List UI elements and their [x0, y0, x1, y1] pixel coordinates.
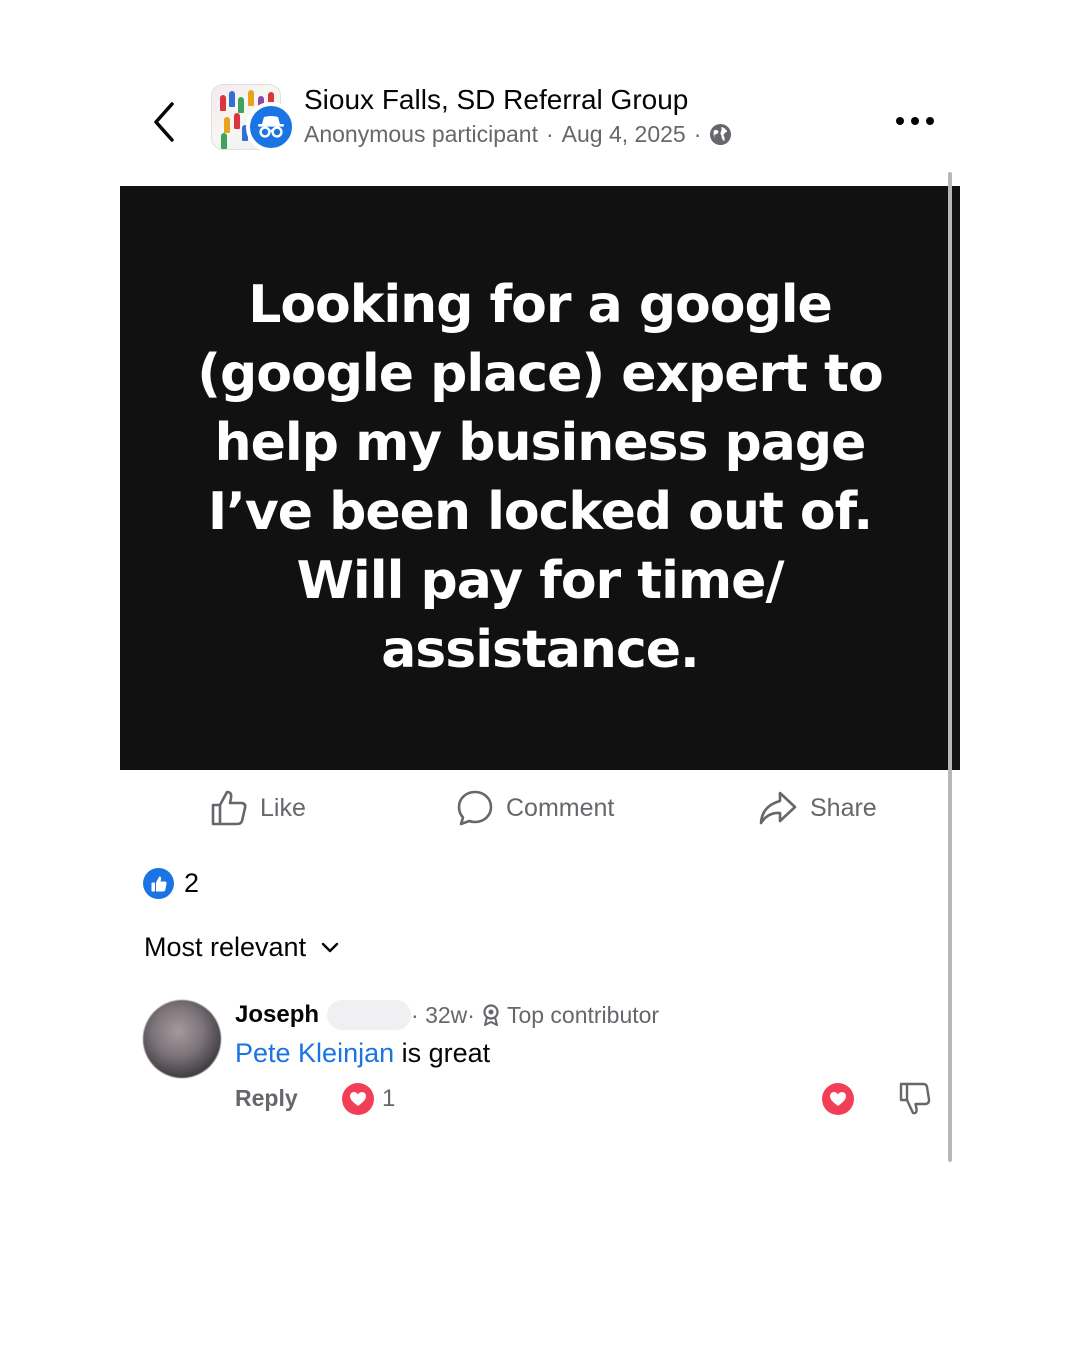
- comment-reactions[interactable]: 1: [342, 1083, 395, 1115]
- comment-sort-dropdown[interactable]: Most relevant: [144, 932, 340, 963]
- like-button[interactable]: Like: [210, 786, 306, 830]
- share-button[interactable]: Share: [758, 786, 877, 830]
- incognito-icon: [258, 116, 284, 138]
- comment-meta: · 32w· Top contributor: [411, 1002, 659, 1029]
- redacted-surname: [327, 1000, 412, 1030]
- comment-label: Comment: [506, 793, 615, 822]
- more-options-button[interactable]: [892, 106, 938, 136]
- chevron-left-icon: [154, 102, 174, 142]
- reaction-summary[interactable]: 2: [143, 868, 199, 899]
- comment-button[interactable]: Comment: [456, 786, 614, 830]
- post-text: Looking for a google (google place) expe…: [197, 275, 883, 680]
- comment-header: Joseph · 32w· Top contributor: [235, 1000, 659, 1030]
- dot: [896, 117, 904, 125]
- contributor-badge-icon: [483, 1004, 499, 1026]
- thumbs-up-icon: [211, 790, 247, 826]
- reply-button[interactable]: Reply: [235, 1085, 298, 1112]
- back-button[interactable]: [146, 100, 186, 144]
- meta-separator: ·: [545, 121, 554, 147]
- reaction-count: 2: [184, 868, 200, 898]
- mention-link[interactable]: Pete Kleinjan: [235, 1038, 394, 1068]
- thumbs-down-icon: [899, 1082, 931, 1115]
- post-meta: Anonymous participant · Aug 4, 2025 ·: [304, 121, 732, 148]
- globe-icon: [710, 123, 732, 146]
- downvote-button[interactable]: [898, 1081, 932, 1117]
- contributor-badge: Top contributor: [506, 1001, 660, 1028]
- share-label: Share: [810, 793, 877, 822]
- love-react-button[interactable]: [822, 1083, 854, 1115]
- commenter-avatar[interactable]: [143, 1000, 221, 1078]
- comment-text: Pete Kleinjan is great: [235, 1038, 490, 1069]
- commenter-name[interactable]: Joseph: [235, 1001, 319, 1029]
- post-date[interactable]: Aug 4, 2025: [562, 121, 686, 148]
- group-name[interactable]: Sioux Falls, SD Referral Group: [304, 84, 688, 116]
- meta-separator: ·: [693, 121, 702, 147]
- comment-icon: [457, 790, 493, 826]
- dot: [926, 117, 934, 125]
- anonymous-badge: [246, 102, 296, 152]
- scrollbar[interactable]: [948, 172, 952, 1162]
- chevron-down-icon: [321, 942, 339, 952]
- dot: [911, 117, 919, 125]
- comment-body-text: is great: [394, 1038, 491, 1068]
- comment-age[interactable]: · 32w·: [411, 1002, 475, 1029]
- post-page: Sioux Falls, SD Referral Group Anonymous…: [0, 0, 1080, 1350]
- author-name[interactable]: Anonymous participant: [304, 121, 538, 148]
- like-label: Like: [260, 793, 306, 822]
- heart-icon: [342, 1083, 374, 1115]
- love-count: 1: [382, 1085, 396, 1112]
- share-icon: [759, 791, 797, 825]
- sort-label: Most relevant: [144, 932, 307, 962]
- heart-icon: [830, 1092, 846, 1106]
- like-icon: [143, 868, 174, 899]
- post-text-image[interactable]: Looking for a google (google place) expe…: [120, 186, 960, 770]
